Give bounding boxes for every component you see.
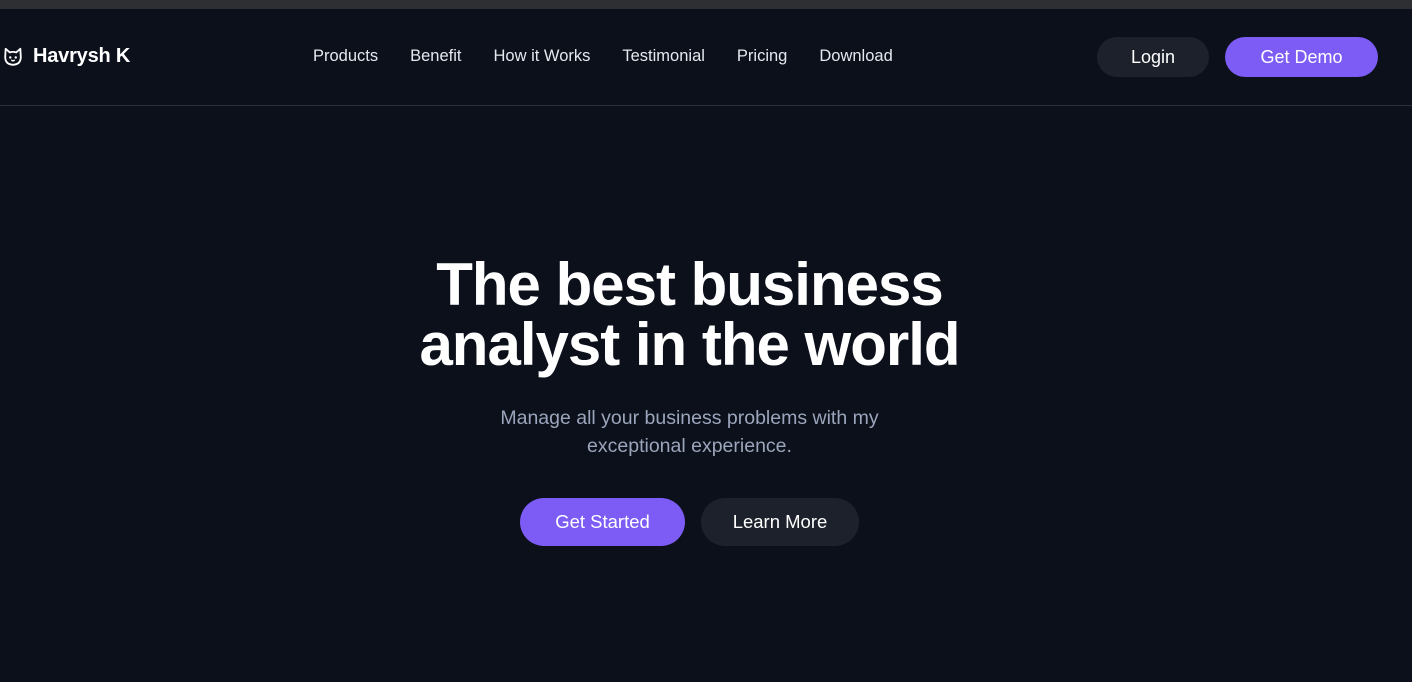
nav-link-how-it-works[interactable]: How it Works xyxy=(494,47,591,66)
nav-link-download[interactable]: Download xyxy=(819,47,892,66)
get-demo-button[interactable]: Get Demo xyxy=(1225,37,1378,77)
learn-more-button[interactable]: Learn More xyxy=(701,498,859,546)
browser-top-strip xyxy=(0,0,1412,9)
nav-link-products[interactable]: Products xyxy=(313,47,378,66)
get-started-button[interactable]: Get Started xyxy=(520,498,685,546)
hero-subtitle-line: exceptional experience. xyxy=(587,435,792,457)
nav-link-testimonial[interactable]: Testimonial xyxy=(622,47,705,66)
hero-title: The best business analyst in the world xyxy=(0,255,1379,375)
nav-link-benefit[interactable]: Benefit xyxy=(410,47,461,66)
login-button[interactable]: Login xyxy=(1097,37,1209,77)
navbar: Havrysh K Products Benefit How it Works … xyxy=(0,9,1412,106)
brand-name: Havrysh K xyxy=(33,45,131,67)
nav-link-pricing[interactable]: Pricing xyxy=(737,47,787,66)
hero-title-line: analyst in the world xyxy=(419,311,960,378)
hero-section: The best business analyst in the world M… xyxy=(0,255,1379,460)
brand-logo[interactable]: Havrysh K xyxy=(2,45,130,68)
main-nav: Products Benefit How it Works Testimonia… xyxy=(313,47,893,66)
hero-title-line: The best business xyxy=(436,251,943,318)
hero-subtitle-line: Manage all your business problems with m… xyxy=(500,407,879,429)
cat-icon xyxy=(4,47,22,66)
hero-subtitle: Manage all your business problems with m… xyxy=(0,404,1379,460)
